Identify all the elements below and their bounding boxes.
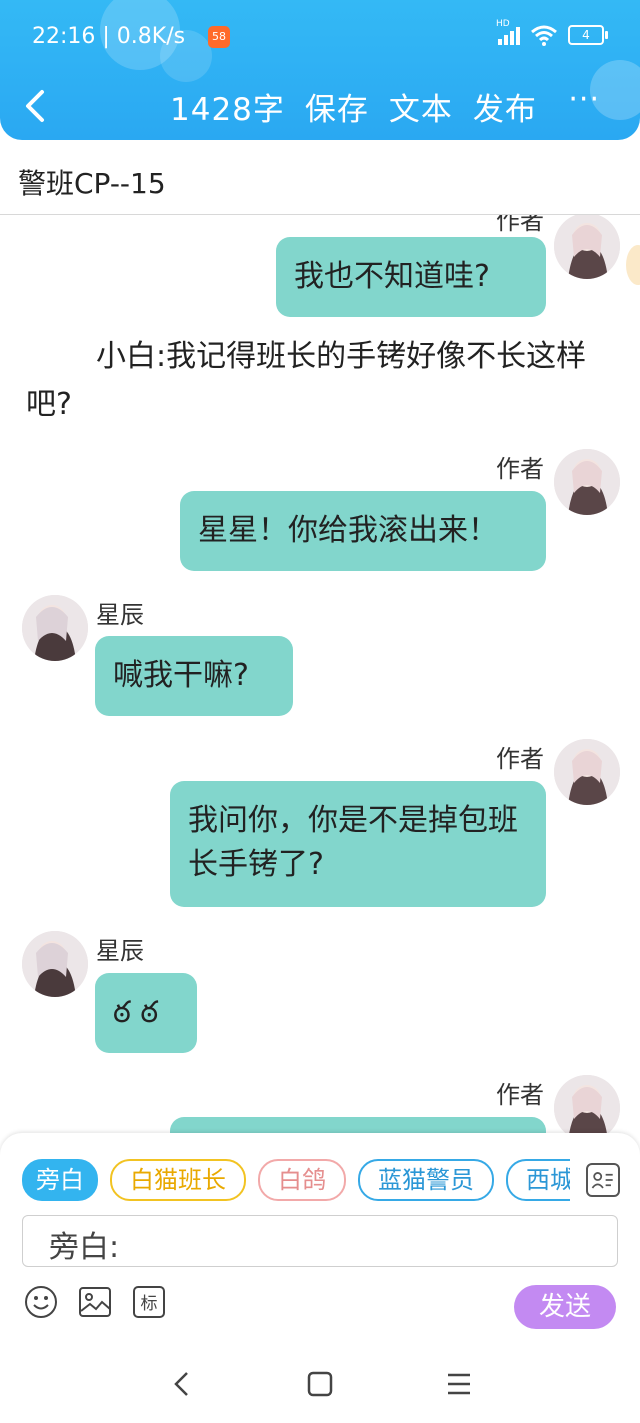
back-arrow-icon[interactable] xyxy=(22,88,52,124)
text-button[interactable]: 文本 xyxy=(389,84,453,129)
decorative-shape xyxy=(626,245,640,285)
role-list-icon[interactable] xyxy=(586,1163,620,1197)
author-avatar[interactable] xyxy=(554,1075,620,1133)
author-avatar[interactable] xyxy=(554,215,620,279)
author-name: 作者 xyxy=(496,455,544,483)
status-bar: 22:16 | 0.8K/s 58 HD 4 xyxy=(32,19,608,54)
emoji-icon[interactable] xyxy=(24,1285,58,1319)
top-header: 22:16 | 0.8K/s 58 HD 4 1428字 保存 文本 发布 ··… xyxy=(0,0,640,140)
notification-app-icon: 58 xyxy=(208,26,230,48)
cell-signal-icon: HD xyxy=(496,19,520,45)
message-input[interactable]: 旁白: xyxy=(22,1215,618,1267)
nav-back-icon[interactable] xyxy=(170,1370,194,1398)
tag-icon[interactable]: 标 xyxy=(132,1285,166,1319)
character-avatar[interactable] xyxy=(22,595,88,661)
chat-area[interactable]: 作者 我也不知道哇? 小白:我记得班长的手铐好像不长这样吧? 作者 星星！你给我… xyxy=(0,215,640,1133)
save-button[interactable]: 保存 xyxy=(305,84,369,129)
chat-bubble[interactable] xyxy=(170,1117,546,1133)
author-name: 作者 xyxy=(496,1081,544,1109)
system-navigation-bar xyxy=(0,1348,640,1423)
narration-text[interactable]: 小白:我记得班长的手铐好像不长这样吧? xyxy=(26,333,616,429)
chat-bubble[interactable]: 我问你，你是不是掉包班长手铐了? xyxy=(170,781,546,907)
author-avatar[interactable] xyxy=(554,739,620,805)
image-icon[interactable] xyxy=(78,1285,112,1319)
input-role-prefix: 旁白: xyxy=(49,1230,120,1265)
character-avatar[interactable] xyxy=(22,931,88,997)
author-avatar[interactable] xyxy=(554,449,620,515)
battery-icon: 4 xyxy=(568,25,608,45)
author-name: 作者 xyxy=(496,745,544,773)
nav-menu-icon[interactable] xyxy=(446,1370,472,1398)
story-title-bar: 警班CP--15 xyxy=(0,146,640,215)
tag-label: 标 xyxy=(141,1294,158,1314)
hd-label: HD xyxy=(496,19,510,29)
role-chip[interactable]: 白猫班长 xyxy=(110,1159,246,1201)
editor-toolbar: 1428字 保存 文本 发布 ··· xyxy=(0,82,640,132)
word-count: 1428字 xyxy=(170,92,285,128)
role-chip[interactable]: 蓝猫警员 xyxy=(358,1159,494,1201)
role-chip-narrator[interactable]: 旁白 xyxy=(22,1159,98,1201)
role-chip[interactable]: 白鸽 xyxy=(258,1159,346,1201)
chat-bubble[interactable]: 星星！你给我滚出来！ xyxy=(180,491,546,571)
nav-home-icon[interactable] xyxy=(307,1370,333,1398)
wifi-icon xyxy=(531,25,557,46)
role-selector: 旁白 白猫班长 白鸽 蓝猫警员 西城 xyxy=(22,1159,570,1201)
story-title[interactable]: 警班CP--15 xyxy=(18,162,166,202)
chat-bubble[interactable]: 喊我干嘛? xyxy=(95,636,293,716)
author-name: 作者 xyxy=(496,215,544,235)
character-name: 星辰 xyxy=(96,601,144,629)
more-options-button[interactable]: ··· xyxy=(568,82,600,117)
character-name: 星辰 xyxy=(96,937,144,965)
send-button[interactable]: 发送 xyxy=(514,1285,616,1329)
compose-panel: 旁白 白猫班长 白鸽 蓝猫警员 西城 旁白: 标 发送 xyxy=(0,1133,640,1348)
chat-bubble[interactable]: ఠ ఠ xyxy=(95,973,197,1053)
publish-button[interactable]: 发布 xyxy=(473,84,537,129)
role-chip[interactable]: 西城 xyxy=(506,1159,570,1201)
status-time: 22:16 | 0.8K/s xyxy=(32,24,186,49)
chat-bubble[interactable]: 我也不知道哇? xyxy=(276,237,546,317)
